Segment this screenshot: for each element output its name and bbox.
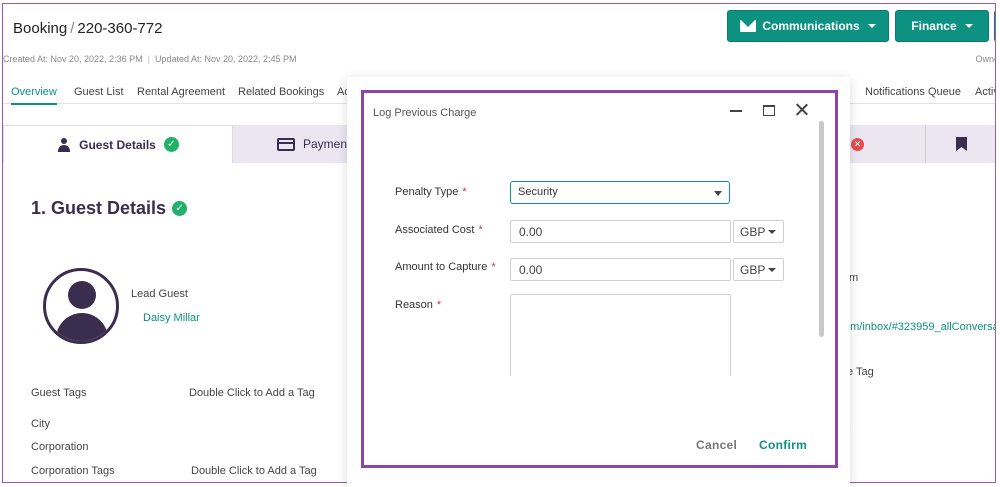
envelope-icon <box>740 20 757 32</box>
tab-notifications-queue[interactable]: Notifications Queue <box>865 86 961 98</box>
maximize-icon[interactable] <box>763 104 775 116</box>
created-at: Created At: Nov 20, 2022, 2:36 PM <box>3 54 143 64</box>
booking-number: 220-360-772 <box>77 20 163 37</box>
tab-overview[interactable]: Overview <box>11 86 57 105</box>
associated-cost-label: Associated Cost * <box>395 224 483 236</box>
section-tab-label: Guest Details <box>79 137 156 152</box>
error-circle-icon: ✕ <box>851 137 864 151</box>
reason-textarea[interactable] <box>510 294 731 376</box>
title-slash: / <box>70 20 75 37</box>
chevron-down-icon <box>714 191 722 196</box>
label-text: Associated Cost <box>395 224 475 236</box>
right-tag-fragment[interactable]: e Tag <box>847 366 874 378</box>
check-circle-icon: ✓ <box>163 137 179 152</box>
required-mark: * <box>478 224 483 236</box>
label-text: Penalty Type <box>395 186 459 198</box>
window-controls <box>729 103 809 117</box>
communications-label: Communications <box>762 19 860 33</box>
lead-guest-label: Lead Guest <box>131 288 188 300</box>
label-text: Reason <box>395 299 433 311</box>
right-field-fragment: m <box>849 272 859 284</box>
corporation-label: Corporation <box>31 441 89 453</box>
updated-at: Updated At: Nov 20, 2022, 2:45 PM <box>154 54 297 64</box>
person-icon <box>57 137 71 152</box>
credit-card-icon <box>277 137 295 151</box>
section-tab-guest-details[interactable]: Guest Details ✓ <box>3 125 233 163</box>
dialog-scrollbar[interactable] <box>819 121 824 337</box>
minimize-icon[interactable] <box>729 103 743 117</box>
city-label: City <box>31 418 50 430</box>
guest-tags-value[interactable]: Double Click to Add a Tag <box>189 387 315 399</box>
guest-tags-label: Guest Tags <box>31 387 87 399</box>
section-tab-bookmark[interactable] <box>925 125 995 163</box>
section-tab-error[interactable]: ✕ <box>851 125 881 163</box>
required-mark: * <box>462 186 467 198</box>
bookmark-icon <box>956 137 967 151</box>
avatar-head <box>68 281 96 309</box>
finance-label: Finance <box>911 19 957 33</box>
amount-to-capture-label: Amount to Capture * <box>395 261 496 273</box>
more-actions-button[interactable] <box>994 10 995 42</box>
chevron-down-icon <box>768 268 776 272</box>
timestamps: Created At: Nov 20, 2022, 2:36 PM | Update… <box>3 54 297 64</box>
currency-value: GBP <box>740 263 766 277</box>
owner-label: Owne <box>975 54 995 64</box>
penalty-type-select[interactable]: Security <box>510 181 730 204</box>
cancel-button[interactable]: Cancel <box>696 438 737 452</box>
amount-to-capture-input[interactable]: 0.00 <box>510 258 731 281</box>
currency-value: GBP <box>740 225 766 239</box>
tab-related-bookings[interactable]: Related Bookings <box>238 86 324 98</box>
chevron-down-icon <box>768 230 776 234</box>
avatar <box>43 268 119 344</box>
guest-details-heading: 1. Guest Details ✓ <box>31 198 188 219</box>
associated-cost-currency-select[interactable]: GBP <box>733 220 784 243</box>
section-tab-label: Paymen <box>303 137 348 151</box>
corporation-tags-label: Corporation Tags <box>31 465 115 477</box>
dialog-title: Log Previous Charge <box>373 107 477 119</box>
communications-button[interactable]: Communications <box>727 10 889 42</box>
required-mark: * <box>491 261 496 273</box>
title-prefix: Booking <box>13 20 68 37</box>
select-value: Security <box>518 186 558 198</box>
penalty-type-label: Penalty Type * <box>395 186 467 198</box>
lead-guest-name-link[interactable]: Daisy Millar <box>143 312 200 324</box>
tab-guest-list[interactable]: Guest List <box>74 86 124 98</box>
tab-activity[interactable]: Activi <box>975 86 995 98</box>
conversation-link[interactable]: om/inbox/#323959_allConversatio <box>844 321 995 333</box>
reason-label: Reason * <box>395 299 441 311</box>
tab-rental-agreement[interactable]: Rental Agreement <box>137 86 225 98</box>
check-circle-icon: ✓ <box>172 201 188 216</box>
close-icon[interactable] <box>795 103 809 117</box>
log-previous-charge-dialog: Log Previous Charge Penalty Type * Securi… <box>361 90 838 468</box>
finance-button[interactable]: Finance <box>895 10 989 42</box>
corporation-tags-value[interactable]: Double Click to Add a Tag <box>191 465 317 477</box>
page-title: Booking/220-360-772 <box>13 20 162 37</box>
chevron-down-icon <box>964 24 973 28</box>
confirm-button[interactable]: Confirm <box>759 438 807 452</box>
heading-text: 1. Guest Details <box>31 198 167 218</box>
chevron-down-icon <box>867 24 876 28</box>
amount-to-capture-currency-select[interactable]: GBP <box>733 258 784 281</box>
associated-cost-input[interactable]: 0.00 <box>510 220 731 243</box>
label-text: Amount to Capture <box>395 261 488 273</box>
required-mark: * <box>436 299 442 311</box>
avatar-body <box>56 313 108 341</box>
